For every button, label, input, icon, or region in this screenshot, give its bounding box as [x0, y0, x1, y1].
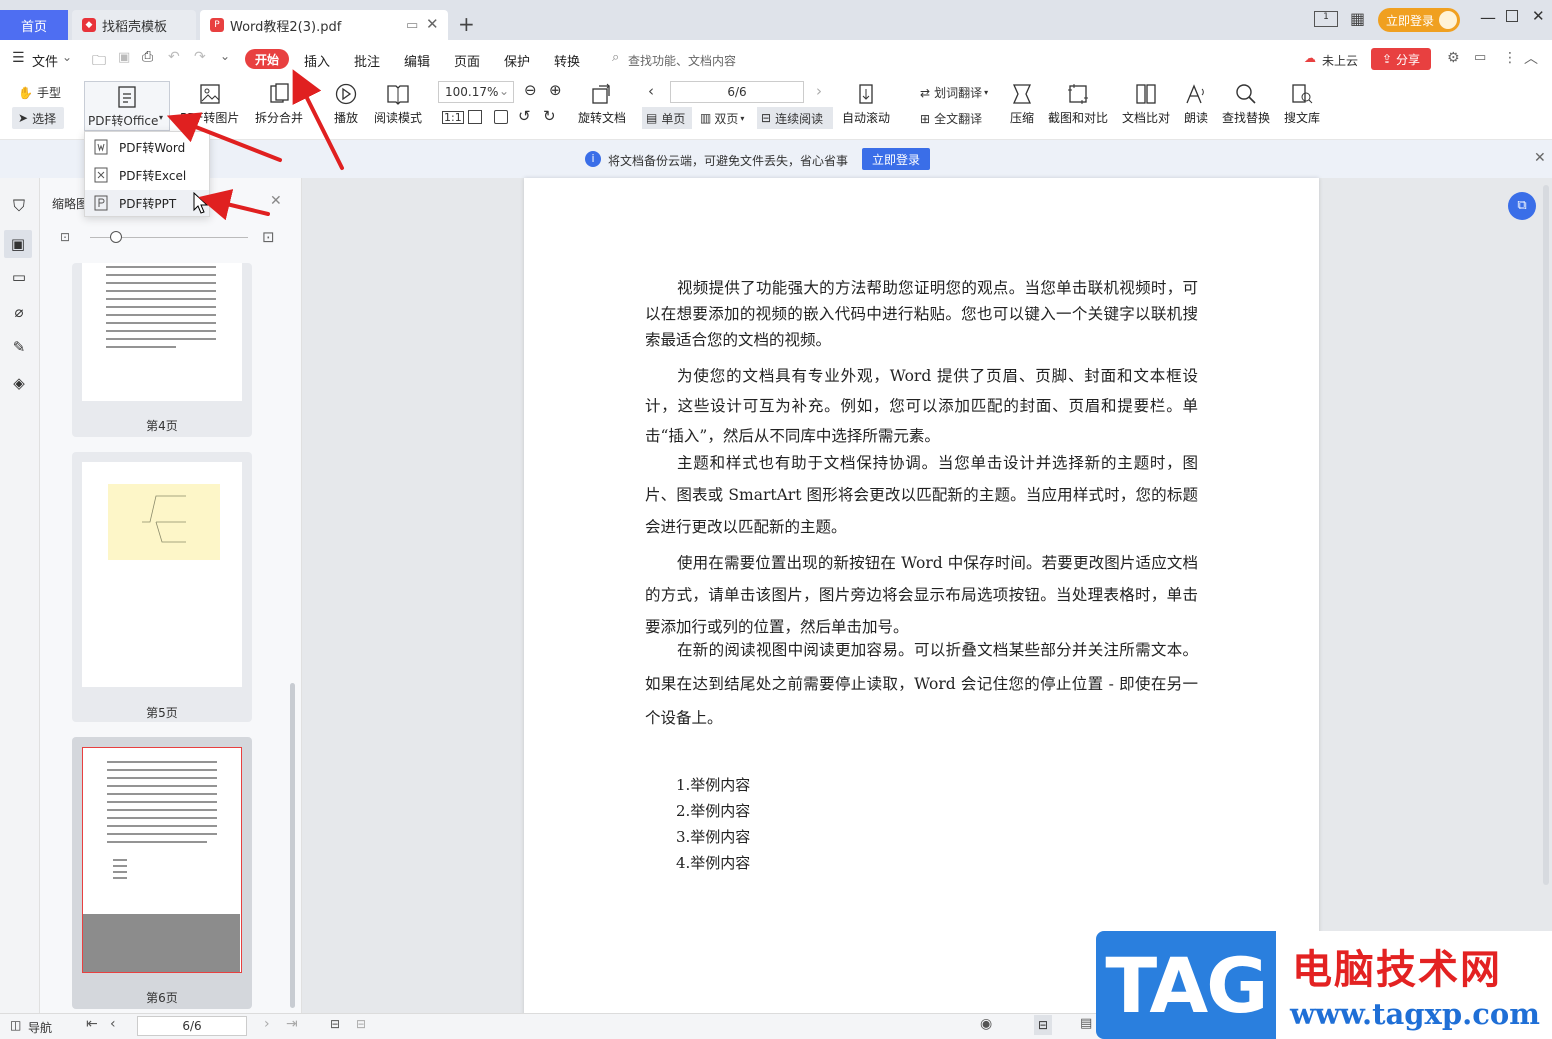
- doc-paragraph: 在新的阅读视图中阅读更加容易。可以折叠文档某些部分并关注所需文本。如果在达到结尾…: [645, 641, 1198, 727]
- watermark-logo: TAG: [1096, 931, 1276, 1039]
- last-page-icon[interactable]: ⇥: [286, 1016, 298, 1032]
- thumb-mindmap: [108, 484, 220, 560]
- thumb-text-lines: [107, 761, 217, 879]
- page-view-icon[interactable]: ▤: [1080, 1016, 1092, 1031]
- thumbnail-label: 第5页: [146, 706, 178, 720]
- thumbnail-page-6-preview: [82, 747, 242, 973]
- nav-toggle[interactable]: 导航: [28, 1019, 52, 1036]
- list-item: 1.举例内容: [676, 776, 751, 794]
- comment-panel-icon[interactable]: ▭: [9, 268, 29, 288]
- thumbnail-page-6[interactable]: 第6页: [72, 737, 252, 1009]
- thumbnail-viewport: [83, 914, 240, 972]
- list-item: 2.举例内容: [676, 802, 751, 820]
- status-next-page-icon[interactable]: ›: [264, 1016, 270, 1032]
- app-window: 首页 ◆ 找稻壳模板 P Word教程2(3).pdf ▭ ✕ + 1 ▦ 立即…: [0, 0, 1552, 1039]
- thumbnail-panel: 缩略图 ✕ ⊡ ⊡ 第4页 第5页 第6页: [40, 178, 302, 1013]
- list-item: 3.举例内容: [676, 828, 751, 846]
- list-item: 4.举例内容: [676, 854, 751, 872]
- left-icon-bar: ⛉ ▣ ▭ ⌀ ✎ ◈: [0, 178, 40, 1013]
- status-prev-page-icon[interactable]: ‹: [110, 1016, 116, 1032]
- thumbnail-scrollbar[interactable]: [290, 683, 295, 1008]
- continuous-view-icon[interactable]: ⊟: [1034, 1015, 1052, 1035]
- thumbnail-label: 第6页: [146, 991, 178, 1005]
- thumbnail-label: 第4页: [146, 419, 178, 433]
- document-scrollbar[interactable]: [1543, 185, 1549, 885]
- thumbnail-page-5[interactable]: 第5页: [72, 452, 252, 722]
- doc-paragraph: 使用在需要位置出现的新按钮在 Word 中保存时间。若要更改图片适应文档的方式，…: [645, 554, 1198, 636]
- thumbnail-page-5-preview: [82, 462, 242, 687]
- attachment-icon[interactable]: ⌀: [9, 303, 29, 323]
- status-page-input[interactable]: 6/6: [137, 1016, 247, 1036]
- eye-protect-icon[interactable]: ◉: [980, 1016, 992, 1032]
- watermark-tag-text: TAG: [1105, 940, 1268, 1030]
- watermark-url-text: www.tagxp.com: [1290, 997, 1540, 1031]
- doc-paragraph: 视频提供了功能强大的方法帮助您证明您的观点。当您单击联机视频时，可以在想要添加的…: [645, 279, 1198, 349]
- watermark-cn-text: 电脑技术网: [1292, 947, 1502, 993]
- watermark-panel: 电脑技术网 www.tagxp.com: [1276, 931, 1552, 1039]
- annotation-arrows: [166, 69, 344, 221]
- back-view-icon[interactable]: ⊟: [330, 1017, 340, 1031]
- thumbnail-page-4-preview: [82, 263, 242, 401]
- doc-paragraph: 为使您的文档具有专业外观，Word 提供了页眉、页脚、封面和文本框设计，这些设计…: [645, 367, 1198, 445]
- thumbnail-page-4[interactable]: 第4页: [72, 263, 252, 437]
- thumb-text-lines: [106, 266, 216, 348]
- doc-paragraph: 主题和样式也有助于文档保持协调。当您单击设计并选择新的主题时，图片、图表或 Sm…: [645, 454, 1198, 536]
- layers-icon[interactable]: ◈: [9, 374, 29, 394]
- forward-view-icon[interactable]: ⊟: [356, 1017, 366, 1031]
- signature-icon[interactable]: ✎: [9, 338, 29, 358]
- status-page-value: 6/6: [182, 1019, 202, 1033]
- watermark: TAG 电脑技术网 www.tagxp.com: [1096, 931, 1552, 1039]
- nav-icon: ◫: [10, 1018, 22, 1032]
- first-page-icon[interactable]: ⇤: [86, 1016, 98, 1032]
